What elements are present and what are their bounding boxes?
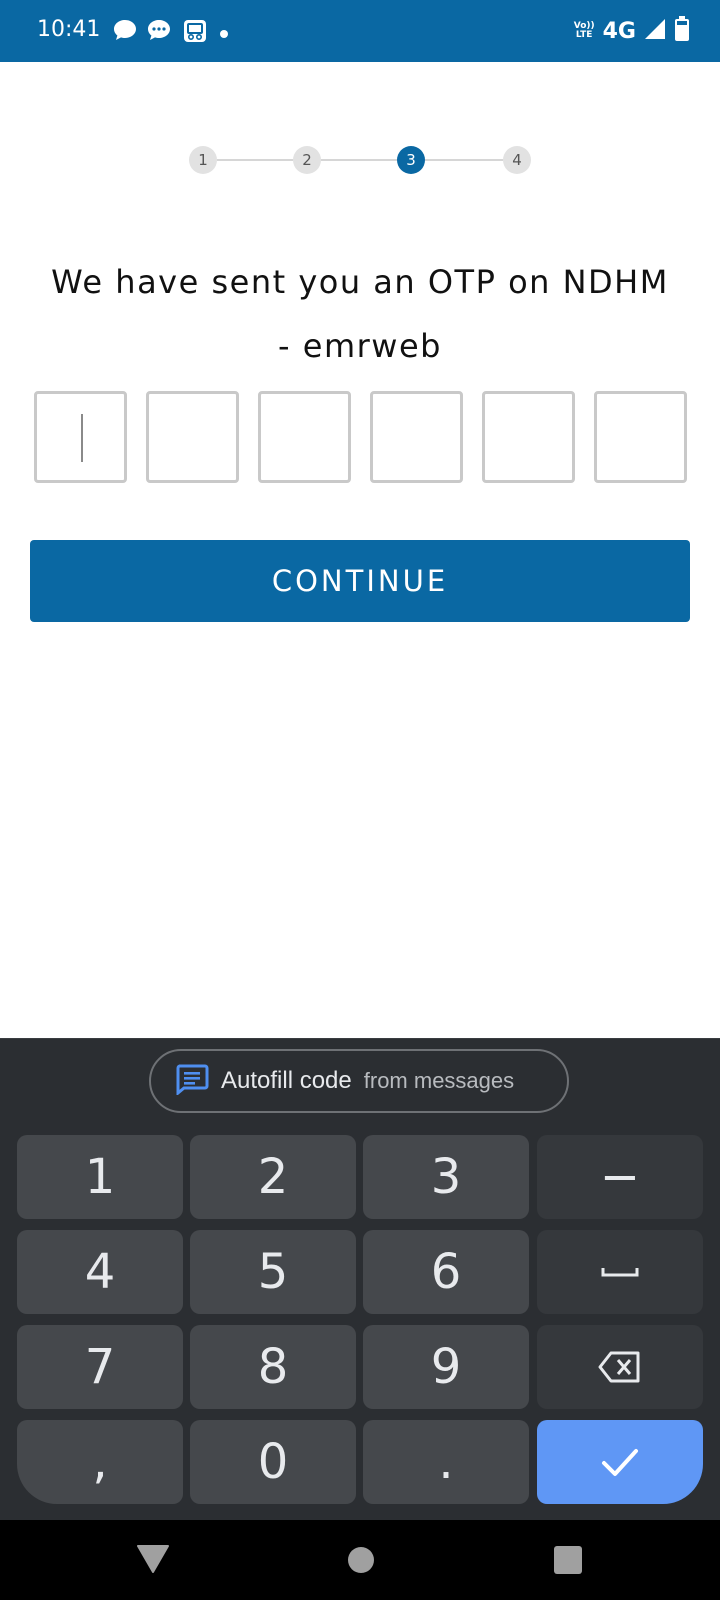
step-2: 2 <box>293 146 321 174</box>
key-5[interactable]: 5 <box>190 1230 356 1314</box>
volte-indicator: Vo)) LTE <box>574 22 595 40</box>
key-7[interactable]: 7 <box>17 1325 183 1409</box>
status-bar: 10:41 Vo)) LTE 4G <box>0 0 720 62</box>
key-8[interactable]: 8 <box>190 1325 356 1409</box>
back-triangle-icon[interactable] <box>137 1544 169 1579</box>
autofill-code-chip[interactable]: Autofill code from messages <box>149 1049 569 1113</box>
step-connector <box>425 159 503 161</box>
step-1: 1 <box>189 146 217 174</box>
home-circle-icon[interactable] <box>347 1546 375 1579</box>
autofill-sublabel: from messages <box>363 1068 515 1093</box>
system-nav-bar <box>0 1520 720 1600</box>
text-cursor <box>81 414 83 462</box>
key-1[interactable]: 1 <box>17 1135 183 1219</box>
battery-icon <box>674 15 690 47</box>
continue-button[interactable]: CONTINUE <box>30 540 690 622</box>
space-icon <box>601 1268 639 1277</box>
otp-digit-5[interactable] <box>482 391 575 483</box>
network-type: 4G <box>602 18 636 44</box>
signal-icon <box>644 18 666 45</box>
messages-icon <box>146 18 172 47</box>
screenshot-icon <box>182 18 208 49</box>
key-0[interactable]: 0 <box>190 1420 356 1504</box>
numeric-keyboard: Autofill code from messages 1 2 3 − 4 5 … <box>0 1038 720 1520</box>
status-time: 10:41 <box>37 17 101 42</box>
step-connector <box>321 159 397 161</box>
key-dash[interactable]: − <box>537 1135 703 1219</box>
key-9[interactable]: 9 <box>363 1325 529 1409</box>
volte-bottom-text: LTE <box>575 30 593 40</box>
key-space[interactable] <box>537 1230 703 1314</box>
checkmark-icon <box>602 1449 638 1476</box>
otp-heading: We have sent you an OTP on NDHM - emrweb <box>51 263 669 365</box>
key-done[interactable] <box>537 1420 703 1504</box>
otp-digit-1[interactable] <box>34 391 127 483</box>
otp-digit-2[interactable] <box>146 391 239 483</box>
key-4[interactable]: 4 <box>17 1230 183 1314</box>
otp-digit-3[interactable] <box>258 391 351 483</box>
message-icon <box>175 1063 209 1100</box>
progress-stepper: 1 2 3 4 <box>189 146 531 174</box>
autofill-label: Autofill code <box>221 1067 352 1094</box>
key-6[interactable]: 6 <box>363 1230 529 1314</box>
recents-square-icon[interactable] <box>553 1546 583 1579</box>
key-period[interactable]: . <box>363 1420 529 1504</box>
step-4: 4 <box>503 146 531 174</box>
otp-digit-4[interactable] <box>370 391 463 483</box>
key-3[interactable]: 3 <box>363 1135 529 1219</box>
key-2[interactable]: 2 <box>190 1135 356 1219</box>
key-backspace[interactable] <box>537 1325 703 1409</box>
chat-bubble-icon <box>112 18 138 47</box>
key-comma[interactable]: , <box>17 1420 183 1504</box>
more-notifications-dot-icon <box>219 26 229 44</box>
backspace-icon <box>598 1351 640 1383</box>
step-connector <box>217 159 293 161</box>
otp-digit-6[interactable] <box>594 391 687 483</box>
step-3-active: 3 <box>397 146 425 174</box>
status-indicators: Vo)) LTE 4G <box>574 15 690 47</box>
